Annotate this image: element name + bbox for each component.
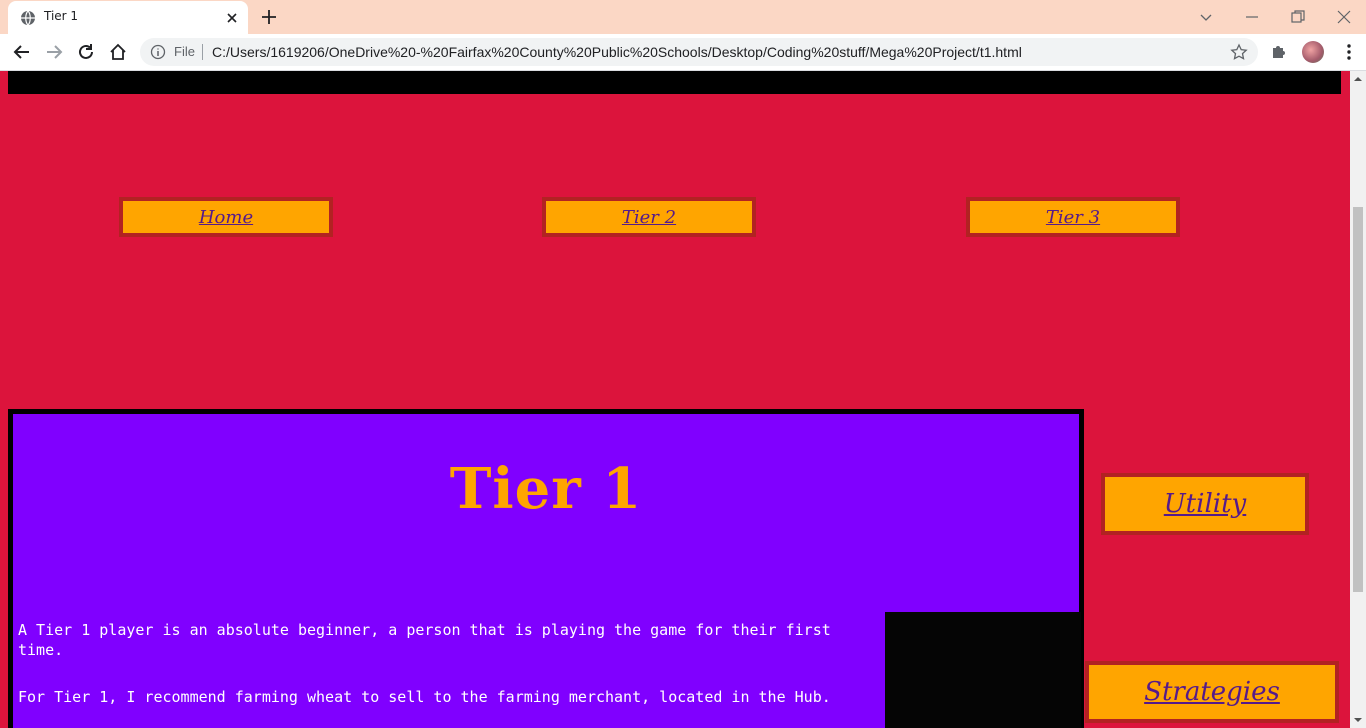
close-icon[interactable] — [224, 10, 240, 26]
reload-icon[interactable] — [76, 42, 96, 62]
window-close-icon[interactable] — [1334, 7, 1354, 27]
address-bar[interactable]: File C:/Users/1619206/OneDrive%20-%20Fai… — [140, 38, 1258, 66]
forward-arrow-icon[interactable] — [44, 42, 64, 62]
header-bar — [8, 71, 1341, 94]
page-title: Tier 1 — [449, 456, 643, 522]
puzzle-icon[interactable] — [1270, 42, 1288, 60]
content-image — [885, 612, 1081, 728]
home-button[interactable]: Home — [119, 197, 333, 237]
utility-link[interactable]: Utility — [1164, 489, 1246, 519]
tab-title: Tier 1 — [44, 9, 79, 23]
intro-paragraph: A Tier 1 player is an absolute beginner,… — [18, 621, 831, 659]
info-icon[interactable] — [150, 44, 166, 60]
kebab-menu-icon[interactable] — [1340, 42, 1358, 62]
recommendation-paragraph: For Tier 1, I recommend farming wheat to… — [18, 688, 831, 706]
utility-button[interactable]: Utility — [1101, 473, 1309, 535]
home-icon[interactable] — [108, 42, 128, 62]
file-label: File — [174, 44, 195, 59]
minimize-icon[interactable] — [1242, 7, 1262, 27]
back-arrow-icon[interactable] — [12, 42, 32, 62]
browser-toolbar: File C:/Users/1619206/OneDrive%20-%20Fai… — [0, 34, 1366, 71]
content-panel: Tier 1 A Tier 1 player is an absolute be… — [8, 409, 1084, 728]
star-icon[interactable] — [1230, 43, 1248, 61]
plus-icon[interactable] — [260, 8, 278, 26]
chevron-down-icon[interactable] — [1196, 7, 1216, 27]
page-viewport: Home Tier 2 Tier 3 Tier 1 A Tier 1 playe… — [0, 71, 1350, 728]
tier2-link[interactable]: Tier 2 — [622, 207, 676, 228]
tier3-link[interactable]: Tier 3 — [1046, 207, 1100, 228]
vertical-scrollbar[interactable] — [1350, 71, 1366, 728]
avatar[interactable] — [1302, 41, 1324, 63]
scroll-down-icon[interactable] — [1354, 716, 1362, 724]
globe-icon — [21, 10, 35, 26]
browser-tab[interactable]: Tier 1 — [8, 1, 248, 34]
address-divider — [202, 44, 203, 60]
scrollbar-thumb[interactable] — [1353, 207, 1363, 592]
home-link[interactable]: Home — [199, 207, 253, 228]
url-text[interactable]: C:/Users/1619206/OneDrive%20-%20Fairfax%… — [212, 44, 1022, 60]
scroll-up-icon[interactable] — [1354, 75, 1362, 83]
tier3-button[interactable]: Tier 3 — [966, 197, 1180, 237]
tier2-button[interactable]: Tier 2 — [542, 197, 756, 237]
strategies-link[interactable]: Strategies — [1144, 677, 1280, 707]
strategies-button[interactable]: Strategies — [1085, 661, 1339, 723]
tab-strip: Tier 1 — [0, 0, 1366, 34]
restore-icon[interactable] — [1288, 7, 1308, 27]
